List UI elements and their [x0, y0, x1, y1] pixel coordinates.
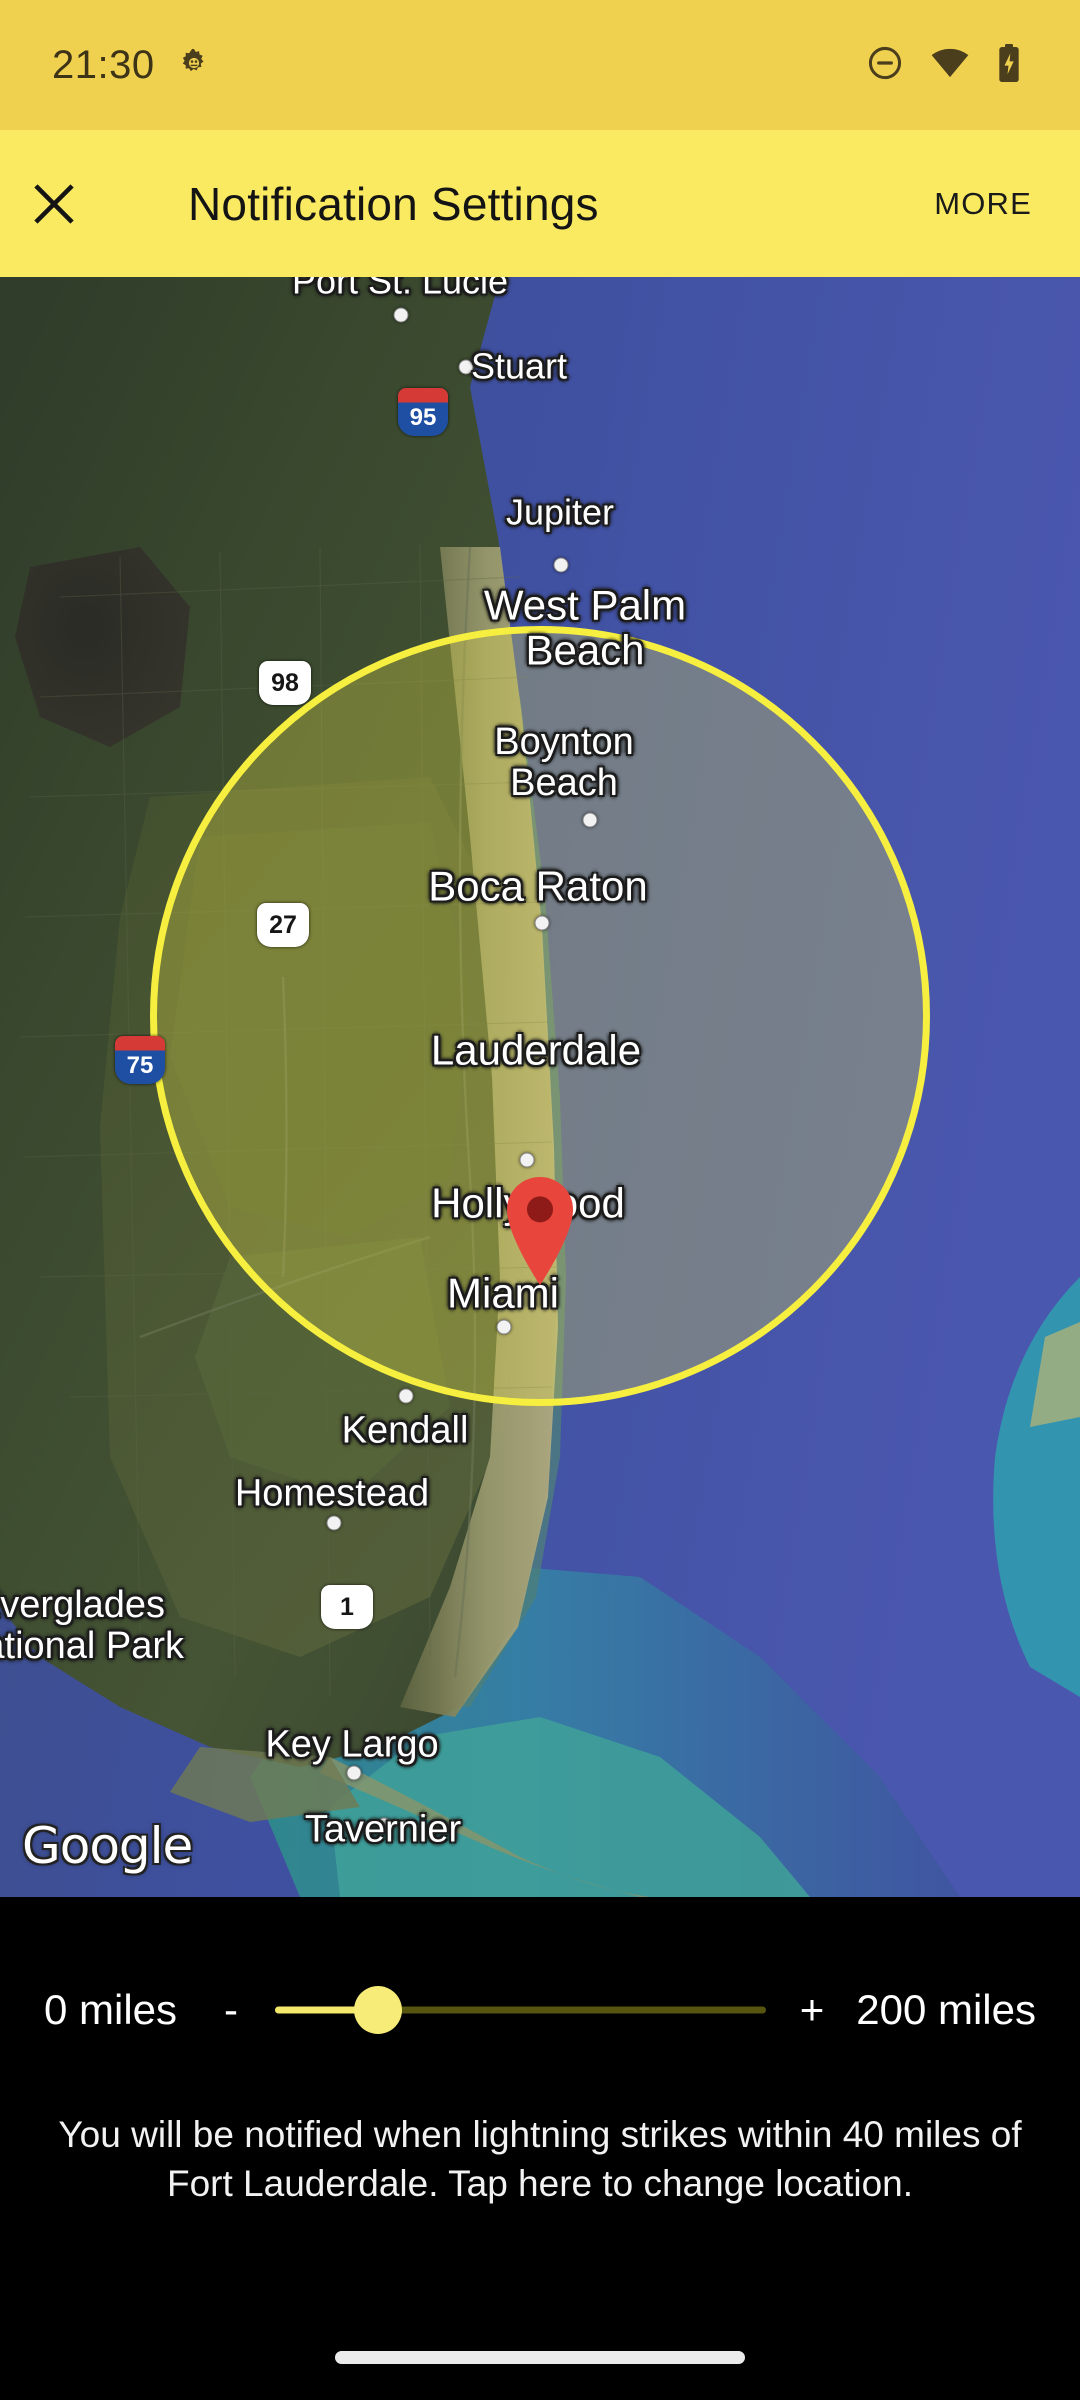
radius-slider[interactable] [275, 1972, 766, 2048]
highway-shield-us1: 1 [321, 1585, 373, 1629]
city-dot [458, 359, 474, 375]
slider-thumb[interactable] [354, 1986, 403, 2034]
decrement-button[interactable]: - [211, 1986, 251, 2034]
city-dot [534, 915, 550, 931]
city-dot [398, 1388, 414, 1404]
status-bar-left: 21:30 [52, 43, 211, 88]
city-dot [326, 1515, 342, 1531]
city-dot [376, 1817, 392, 1833]
city-dot [393, 307, 409, 323]
map-view[interactable]: 95 98 27 75 1 Port St. Lucie Stuart Jupi… [0, 277, 1080, 1897]
notification-description[interactable]: You will be notified when lightning stri… [40, 2111, 1040, 2209]
status-bar-right [866, 43, 1040, 88]
navigation-pill[interactable] [335, 2351, 745, 2364]
highway-shield-us27: 27 [257, 903, 309, 947]
location-pin-icon[interactable] [501, 1177, 579, 1290]
status-clock: 21:30 [52, 42, 155, 87]
app-bar: Notification Settings MORE [0, 130, 1080, 277]
city-dot [582, 812, 598, 828]
settings-panel: 0 miles - + 200 miles You will be notifi… [0, 1897, 1080, 2400]
close-button[interactable] [0, 130, 108, 277]
highway-shield-i75: 75 [115, 1036, 165, 1084]
radius-slider-row: 0 miles - + 200 miles [0, 1935, 1080, 2085]
more-button[interactable]: MORE [934, 186, 1032, 222]
city-dot [346, 1765, 362, 1781]
battery-charging-icon [996, 43, 1022, 88]
map-satellite-imagery [0, 277, 1080, 1897]
google-logo: Google [22, 1817, 193, 1875]
city-dot [519, 1152, 535, 1168]
slider-max-label: 200 miles [856, 1986, 1036, 2033]
close-icon [34, 183, 74, 224]
increment-button[interactable]: + [790, 1986, 835, 2034]
gear-icon [177, 46, 211, 85]
city-dot [553, 557, 569, 573]
app-screen: 21:30 Notification Settings MORE 95 98 2… [0, 0, 1080, 2400]
wifi-icon [930, 43, 970, 88]
slider-min-label: 0 miles [44, 1986, 178, 2033]
page-title: Notification Settings [188, 177, 599, 230]
status-bar: 21:30 [0, 0, 1080, 130]
highway-shield-i95: 95 [398, 388, 448, 436]
city-dot [496, 1319, 512, 1335]
highway-shield-us98: 98 [259, 661, 311, 705]
do-not-disturb-icon [866, 44, 904, 87]
